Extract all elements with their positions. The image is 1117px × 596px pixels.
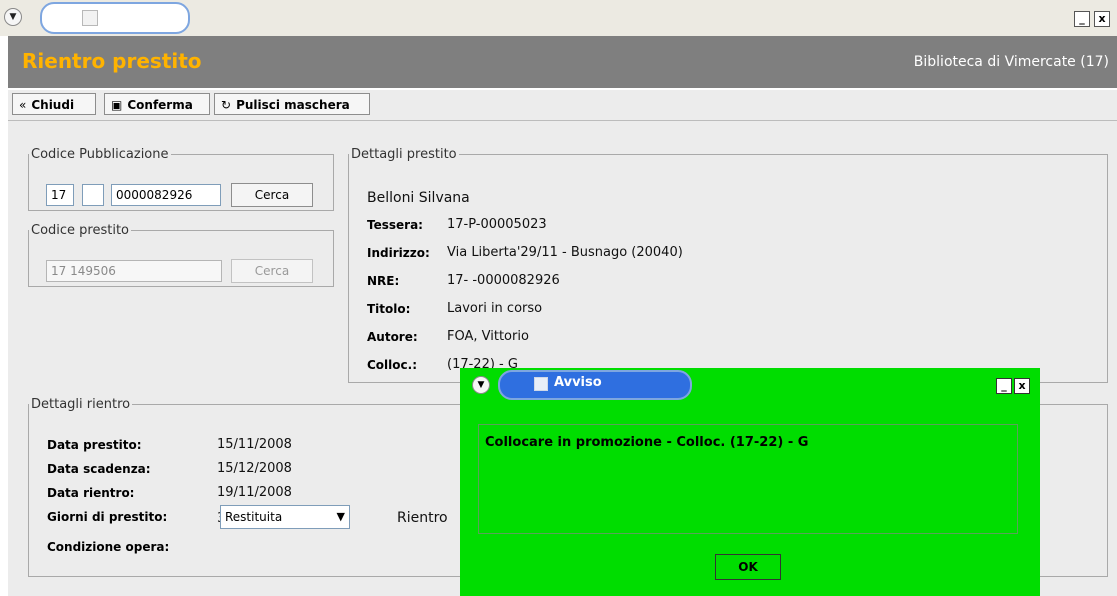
detail-label: Titolo: bbox=[367, 302, 411, 316]
autore-value: FOA, Vittorio bbox=[447, 329, 529, 344]
window-menu-button[interactable]: ▼ bbox=[4, 8, 22, 26]
refresh-icon: ↻ bbox=[221, 98, 232, 112]
dialog-message: Collocare in promozione - Colloc. (17-22… bbox=[485, 435, 809, 450]
toolbar: «Chiudi ▣ Conferma ↻ Pulisci maschera bbox=[8, 90, 1117, 121]
titolo-value: Lavori in corso bbox=[447, 301, 543, 316]
dettagli-prestito-group: Dettagli prestito Belloni Silvana Tesser… bbox=[348, 147, 1108, 383]
dettagli-prestito-legend: Dettagli prestito bbox=[351, 147, 457, 162]
dropdown-arrow-icon: ▼ bbox=[336, 510, 345, 523]
detail-label: Tessera: bbox=[367, 218, 423, 232]
dialog-title-pill: Avviso bbox=[498, 370, 692, 400]
window-titlebar: ▼ _ x bbox=[0, 0, 1117, 36]
page-header: Rientro prestito Biblioteca di Vimercate… bbox=[8, 36, 1117, 88]
minimize-button[interactable]: _ bbox=[1074, 11, 1090, 27]
main-window: ▼ _ x Rientro prestito Biblioteca di Vim… bbox=[0, 0, 1117, 596]
codice-prestito-group: Codice prestito 17 149506 Cerca bbox=[28, 223, 334, 287]
detail-label: Indirizzo: bbox=[367, 246, 430, 260]
condizione-select[interactable]: Restituita ▼ bbox=[220, 505, 350, 529]
data-scadenza-value: 15/12/2008 bbox=[217, 461, 292, 476]
dialog-titlebar: ▼ Avviso _ x bbox=[460, 368, 1040, 400]
chevron-down-icon: ▼ bbox=[477, 380, 485, 390]
return-label: Data prestito: bbox=[47, 438, 142, 452]
window-title-pill bbox=[40, 2, 190, 34]
detail-label: NRE: bbox=[367, 274, 400, 288]
loan-search-button[interactable]: Cerca bbox=[231, 259, 313, 283]
ok-button[interactable]: OK bbox=[715, 554, 781, 580]
java-app-icon bbox=[82, 10, 98, 26]
return-label: Data rientro: bbox=[47, 486, 135, 500]
library-name: Biblioteca di Vimercate (17) bbox=[913, 54, 1109, 70]
nre-value: 17- -0000082926 bbox=[447, 273, 560, 288]
page-title: Rientro prestito bbox=[22, 49, 202, 73]
codice-prestito-legend: Codice prestito bbox=[31, 223, 130, 238]
pub-code-field[interactable]: 0000082926 bbox=[111, 184, 221, 206]
save-icon: ▣ bbox=[111, 98, 123, 112]
dettagli-rientro-legend: Dettagli rientro bbox=[31, 397, 131, 412]
dialog-title: Avviso bbox=[554, 375, 602, 390]
dialog-close-button[interactable]: x bbox=[1014, 378, 1030, 394]
codice-pubblicazione-legend: Codice Pubblicazione bbox=[31, 147, 169, 162]
codice-pubblicazione-group: Codice Pubblicazione 17 0000082926 Cerca bbox=[28, 147, 334, 211]
data-rientro-value: 19/11/2008 bbox=[217, 485, 292, 500]
borrower-name: Belloni Silvana bbox=[367, 190, 470, 206]
confirm-button[interactable]: ▣ Conferma bbox=[104, 93, 210, 115]
message-area: Collocare in promozione - Colloc. (17-22… bbox=[478, 424, 1018, 534]
chevron-down-icon: ▼ bbox=[9, 12, 17, 22]
close-button[interactable]: «Chiudi bbox=[12, 93, 96, 115]
tessera-value: 17-P-00005023 bbox=[447, 217, 547, 232]
condizione-label: Condizione opera: bbox=[47, 540, 170, 554]
close-window-button[interactable]: x bbox=[1094, 11, 1110, 27]
dialog-minimize-button[interactable]: _ bbox=[996, 378, 1012, 394]
avviso-dialog: ▼ Avviso _ x Collocare in promozione - C… bbox=[460, 368, 1040, 596]
clear-form-button[interactable]: ↻ Pulisci maschera bbox=[214, 93, 370, 115]
double-chevron-left-icon: « bbox=[19, 98, 27, 112]
return-label: Data scadenza: bbox=[47, 462, 151, 476]
detail-label: Autore: bbox=[367, 330, 418, 344]
detail-label: Colloc.: bbox=[367, 358, 417, 372]
data-prestito-value: 15/11/2008 bbox=[217, 437, 292, 452]
dialog-menu-button[interactable]: ▼ bbox=[472, 376, 490, 394]
pub-middle-field[interactable] bbox=[82, 184, 104, 206]
loan-code-field[interactable]: 17 149506 bbox=[46, 260, 222, 282]
pub-search-button[interactable]: Cerca bbox=[231, 183, 313, 207]
java-app-icon bbox=[534, 377, 548, 391]
rientro-label: Rientro bbox=[397, 510, 448, 526]
pub-prefix-field[interactable]: 17 bbox=[46, 184, 74, 206]
return-label: Giorni di prestito: bbox=[47, 510, 168, 524]
indirizzo-value: Via Liberta'29/11 - Busnago (20040) bbox=[447, 245, 683, 260]
